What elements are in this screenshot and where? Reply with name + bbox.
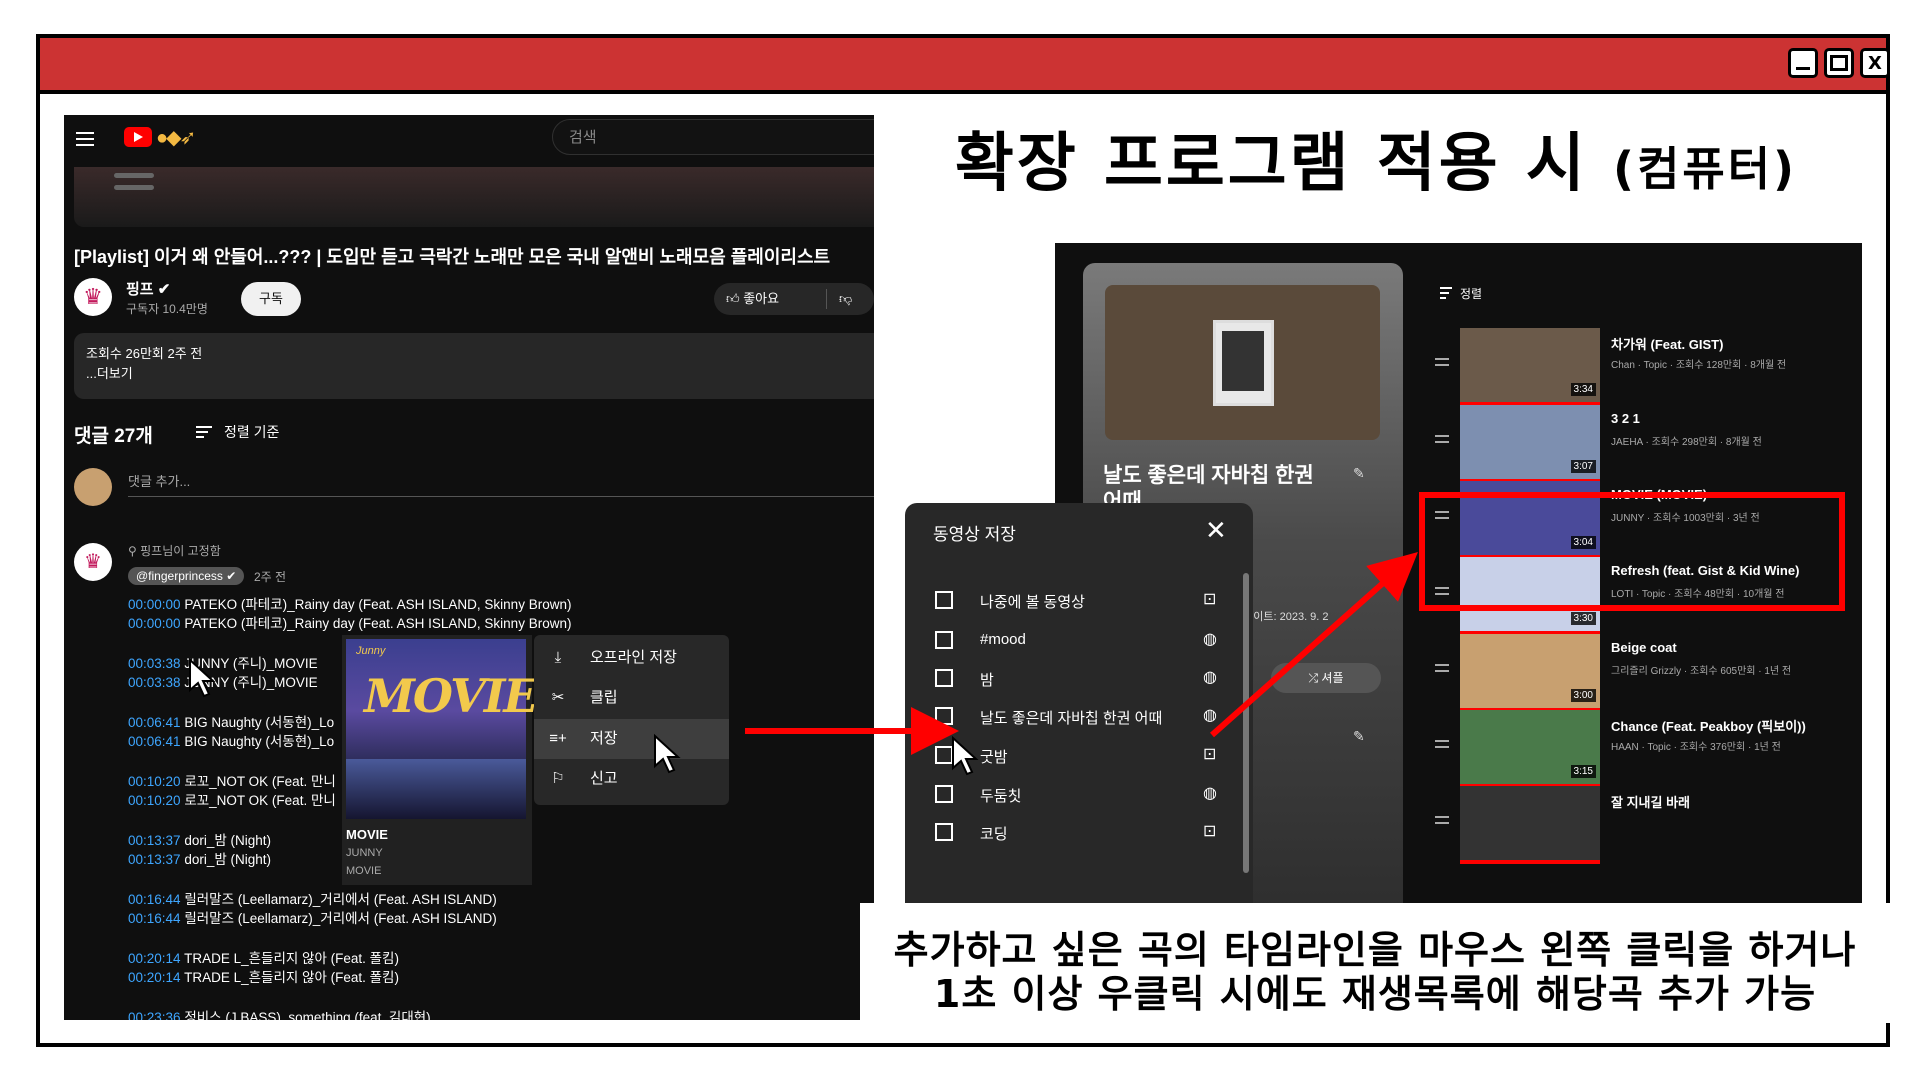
mouse-cursor-icon bbox=[952, 735, 979, 776]
annotation-overlay bbox=[189, 552, 1418, 776]
mouse-cursor-icon bbox=[654, 733, 681, 774]
mouse-cursor-icon bbox=[189, 657, 216, 698]
arrow-to-playlist-item bbox=[1210, 552, 1418, 738]
